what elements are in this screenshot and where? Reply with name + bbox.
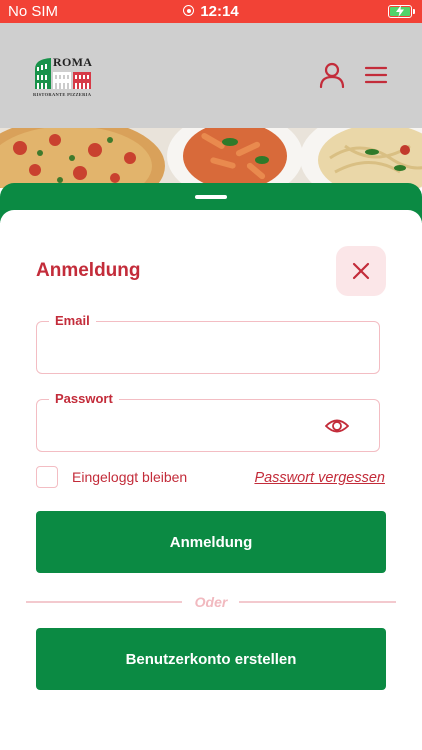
status-bar: No SIM 12:14 [0, 0, 422, 23]
password-field: Passwort [36, 391, 380, 452]
login-button[interactable]: Anmeldung [36, 511, 386, 573]
stay-logged-in-label: Eingeloggt bleiben [72, 469, 188, 485]
logo-title: ROMA [53, 55, 93, 69]
logo-subtitle: RISTORANTE PIZZERIA [33, 92, 92, 97]
email-field: Email [36, 313, 380, 374]
eye-icon [324, 419, 350, 433]
drag-handle[interactable] [195, 195, 227, 199]
password-input[interactable] [51, 412, 315, 442]
menu-button[interactable] [364, 64, 388, 86]
divider-right [239, 601, 396, 603]
menu-icon [364, 66, 388, 84]
user-icon [319, 62, 345, 89]
account-button[interactable] [319, 62, 345, 89]
app-header: ROMA RISTORANTE PIZZERIA [0, 23, 422, 128]
food-banner-image [0, 128, 422, 188]
login-title: Anmeldung [36, 260, 141, 281]
stay-logged-in-checkbox[interactable] [36, 466, 58, 488]
password-label: Passwort [49, 391, 119, 406]
email-input[interactable] [51, 334, 315, 364]
restaurant-logo[interactable]: ROMA RISTORANTE PIZZERIA [33, 55, 93, 100]
forgot-password-link[interactable]: Passwort vergessen [254, 470, 385, 486]
email-label: Email [49, 313, 96, 328]
close-icon [352, 262, 370, 280]
close-button[interactable] [336, 246, 386, 296]
screen-recording-icon [183, 5, 195, 16]
battery-icon [388, 5, 415, 18]
show-password-toggle[interactable] [324, 416, 350, 436]
status-time: 12:14 [200, 3, 239, 20]
create-account-button[interactable]: Benutzerkonto erstellen [36, 628, 386, 690]
